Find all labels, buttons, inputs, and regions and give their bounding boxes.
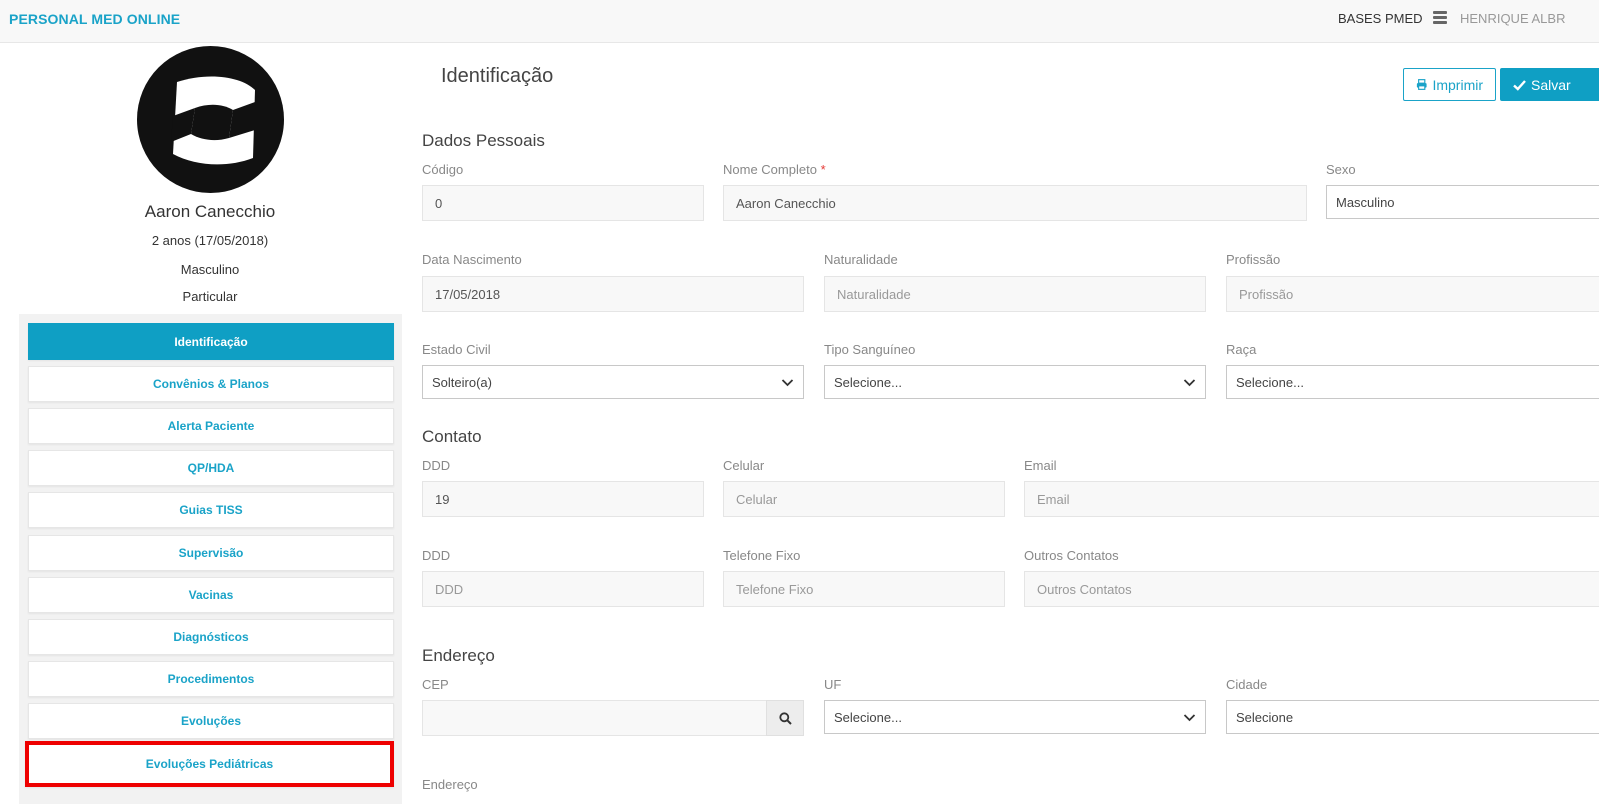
sidebar-item-identificacao[interactable]: Identificação: [28, 323, 394, 360]
celular-label: Celular: [723, 458, 765, 473]
naturalidade-field[interactable]: Naturalidade: [824, 276, 1206, 312]
estado-civil-value: Solteiro(a): [432, 374, 492, 390]
section-endereco: Endereço: [422, 646, 495, 665]
section-dados-pessoais: Dados Pessoais: [422, 131, 545, 150]
celular-field[interactable]: Celular: [723, 481, 1005, 517]
search-icon: [778, 711, 792, 725]
patient-avatar: [137, 46, 284, 193]
sidebar-item-alerta-paciente[interactable]: Alerta Paciente: [28, 408, 394, 444]
sexo-label: Sexo: [1326, 162, 1356, 177]
nome-label: Nome Completo *: [723, 162, 826, 177]
uf-select[interactable]: Selecione...: [824, 700, 1206, 734]
data-nascimento-label: Data Nascimento: [422, 252, 522, 267]
ddd-celular-field[interactable]: 19: [422, 481, 704, 517]
print-button[interactable]: Imprimir: [1403, 68, 1496, 101]
chevron-down-icon: [781, 379, 794, 387]
telefone-fixo-label: Telefone Fixo: [723, 548, 801, 563]
brand-title[interactable]: PERSONAL MED ONLINE: [9, 11, 180, 27]
ddd-fixo-field[interactable]: DDD: [422, 571, 704, 607]
sidebar-item-supervisao[interactable]: Supervisão: [28, 535, 394, 571]
patient-name: Aaron Canecchio: [144, 202, 276, 221]
sidebar-item-guias-tiss[interactable]: Guias TISS: [28, 492, 394, 528]
profissao-label: Profissão: [1226, 252, 1281, 267]
email-field[interactable]: Email: [1024, 481, 1599, 517]
outros-contatos-label: Outros Contatos: [1024, 548, 1119, 563]
sidebar-item-qp-hda[interactable]: QP/HDA: [28, 450, 394, 486]
sidebar-item-diagnosticos[interactable]: Diagnósticos: [28, 619, 394, 655]
naturalidade-label: Naturalidade: [824, 252, 898, 267]
uf-value: Selecione...: [834, 709, 902, 725]
outros-contatos-field[interactable]: Outros Contatos: [1024, 571, 1599, 607]
sidebar-item-vacinas[interactable]: Vacinas: [28, 577, 394, 613]
codigo-field[interactable]: 0: [422, 185, 704, 221]
cep-field[interactable]: [422, 700, 767, 736]
estado-civil-select[interactable]: Solteiro(a): [422, 365, 804, 399]
patient-age: 2 anos (17/05/2018): [151, 233, 269, 248]
user-menu[interactable]: HENRIQUE ALBR: [1460, 11, 1565, 26]
tipo-sanguineo-label: Tipo Sanguíneo: [824, 342, 916, 357]
sidebar-item-procedimentos[interactable]: Procedimentos: [28, 661, 394, 697]
profissao-field[interactable]: Profissão: [1226, 276, 1599, 312]
save-button-label: Salvar: [1531, 76, 1571, 93]
telefone-fixo-field[interactable]: Telefone Fixo: [723, 571, 1005, 607]
save-button[interactable]: Salvar: [1500, 68, 1599, 101]
check-icon: [1513, 79, 1526, 91]
chevron-down-icon: [1183, 379, 1196, 387]
codigo-label: Código: [422, 162, 464, 177]
sidebar-item-convenios[interactable]: Convênios & Planos: [28, 366, 394, 402]
cidade-select[interactable]: Selecione: [1226, 700, 1599, 734]
sidebar-item-evolucoes-pediatricas[interactable]: Evoluções Pediátricas: [25, 741, 394, 787]
patient-sex: Masculino: [180, 262, 240, 277]
top-navbar: PERSONAL MED ONLINE BASES PMED HENRIQUE …: [0, 0, 1599, 43]
printer-icon: [1416, 79, 1427, 90]
cep-label: CEP: [422, 677, 449, 692]
email-label: Email: [1024, 458, 1057, 473]
patient-plan: Particular: [182, 289, 238, 304]
page-title: Identificação: [441, 65, 554, 87]
endereco-label: Endereço: [422, 777, 478, 792]
ddd-label: DDD: [422, 458, 451, 473]
bases-menu[interactable]: BASES PMED: [1338, 11, 1423, 26]
sexo-select[interactable]: Masculino: [1326, 185, 1599, 219]
cidade-label: Cidade: [1226, 677, 1268, 692]
raca-label: Raça: [1226, 342, 1257, 357]
chevron-down-icon: [1183, 714, 1196, 722]
data-nascimento-field[interactable]: 17/05/2018: [422, 276, 804, 312]
section-contato: Contato: [422, 427, 482, 446]
required-mark: *: [820, 162, 826, 177]
cep-search-button[interactable]: [766, 700, 804, 736]
tipo-sanguineo-value: Selecione...: [834, 374, 902, 390]
uf-label: UF: [824, 677, 842, 692]
nome-completo-field[interactable]: Aaron Canecchio: [723, 185, 1307, 221]
ddd-fixo-label: DDD: [422, 548, 451, 563]
print-button-label: Imprimir: [1432, 76, 1483, 93]
raca-select[interactable]: Selecione...: [1226, 365, 1599, 399]
logo-icon: [171, 76, 255, 165]
server-icon[interactable]: [1433, 11, 1447, 24]
estado-civil-label: Estado Civil: [422, 342, 491, 357]
tipo-sanguineo-select[interactable]: Selecione...: [824, 365, 1206, 399]
sidebar-item-evolucoes[interactable]: Evoluções: [28, 703, 394, 739]
